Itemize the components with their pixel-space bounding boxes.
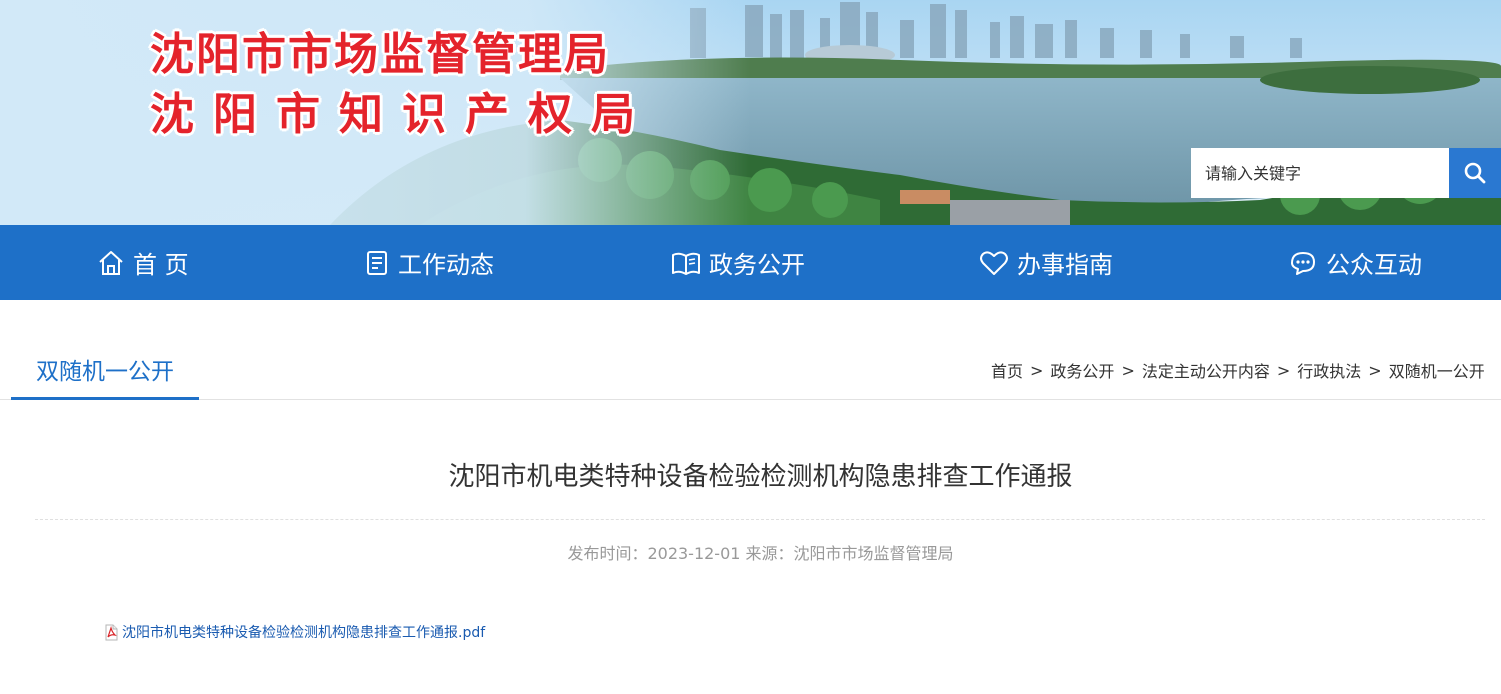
pdf-icon: [105, 624, 118, 640]
breadcrumb: 首页 > 政务公开 > 法定主动公开内容 > 行政执法 > 双随机一公开: [991, 340, 1485, 400]
breadcrumb-separator: >: [1276, 360, 1291, 380]
search-icon: [1464, 162, 1486, 184]
title-divider: [35, 519, 1485, 520]
search-button[interactable]: [1449, 148, 1501, 198]
breadcrumb-gov-affairs[interactable]: 政务公开: [1050, 358, 1114, 382]
article-meta: 发布时间：2023-12-01 来源：沈阳市市场监督管理局: [567, 544, 954, 563]
site-title-line2: 沈阳市知识产权局: [150, 89, 654, 140]
nav-item-service-guide[interactable]: 办事指南: [979, 225, 1113, 300]
nav-item-label: 政务公开: [709, 251, 805, 279]
breadcrumb-home[interactable]: 首页: [991, 358, 1023, 382]
breadcrumb-separator: >: [1121, 360, 1135, 380]
breadcrumb-current[interactable]: 双随机一公开: [1389, 358, 1485, 382]
nav-item-label: 办事指南: [1017, 251, 1113, 279]
breadcrumb-separator: >: [1368, 360, 1382, 380]
section-header: 双随机一公开 首页 > 政务公开 > 法定主动公开内容 > 行政执法 > 双随机…: [0, 340, 1501, 400]
breadcrumb-separator: >: [1030, 360, 1044, 380]
search-box: [1191, 148, 1501, 198]
nav-item-label: 公众互动: [1326, 251, 1422, 279]
article-title: 沈阳市机电类特种设备检验检测机构隐患排查工作通报: [448, 462, 1073, 492]
home-icon: [99, 250, 123, 275]
nav-item-home[interactable]: 首 页: [97, 225, 189, 300]
nav-item-work-news[interactable]: 工作动态: [364, 225, 494, 300]
site-title-line1: 沈阳市市场监督管理局: [150, 29, 610, 80]
chat-icon: [1291, 251, 1315, 275]
nav-item-gov-affairs[interactable]: 政务公开: [671, 225, 805, 300]
site-banner: 沈阳市市场监督管理局 沈阳市知识产权局: [0, 0, 1501, 225]
attachment-filename[interactable]: 沈阳市机电类特种设备检验检测机构隐患排查工作通报.pdf: [122, 622, 485, 642]
attachment-link[interactable]: 沈阳市机电类特种设备检验检测机构隐患排查工作通报.pdf: [103, 622, 485, 642]
section-tab[interactable]: 双随机一公开: [11, 340, 199, 400]
breadcrumb-admin-enforcement[interactable]: 行政执法: [1297, 358, 1361, 382]
search-input[interactable]: [1191, 148, 1449, 198]
nav-item-label: 工作动态: [398, 251, 494, 279]
nav-item-public-interaction[interactable]: 公众互动: [1288, 225, 1422, 300]
nav-item-label: 首 页: [133, 251, 189, 279]
document-icon: [367, 250, 387, 275]
heart-icon: [980, 250, 1008, 275]
breadcrumb-statutory-disclosure[interactable]: 法定主动公开内容: [1142, 358, 1270, 382]
book-icon: [672, 252, 700, 275]
